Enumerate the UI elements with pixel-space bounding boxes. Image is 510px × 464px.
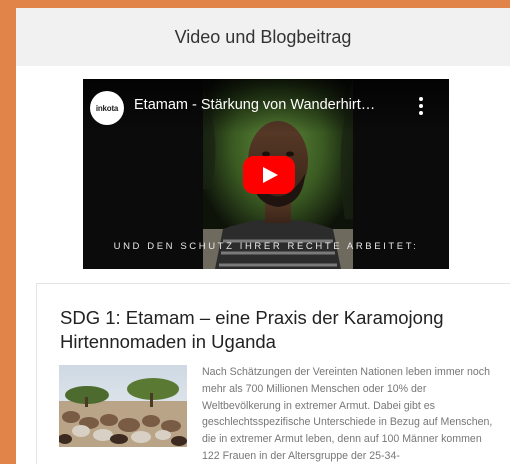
video-blog-panel: Video und Blogbeitrag inkota Etamam - St… [16,8,510,464]
youtube-video-player[interactable]: inkota Etamam - Stärkung von Wanderhirt…… [83,79,449,269]
blog-post-card[interactable]: SDG 1: Etamam – eine Praxis der Karamojo… [36,283,510,464]
blog-post-excerpt: Nach Schätzungen der Vereinten Nationen … [202,366,493,462]
video-title[interactable]: Etamam - Stärkung von Wanderhirt… [134,97,404,113]
video-caption: UND DEN SCHUTZ IHRER RECHTE ARBEITET: [113,241,419,252]
blog-post-thumbnail[interactable] [59,365,187,447]
channel-logo-text: inkota [95,103,119,113]
blog-post-title[interactable]: SDG 1: Etamam – eine Praxis der Karamojo… [60,306,480,354]
channel-logo[interactable]: inkota [90,91,124,125]
section-title: Video und Blogbeitrag [174,26,352,47]
play-button-icon[interactable] [243,156,295,194]
section-header: Video und Blogbeitrag [16,8,510,66]
more-options-icon[interactable] [417,97,425,117]
